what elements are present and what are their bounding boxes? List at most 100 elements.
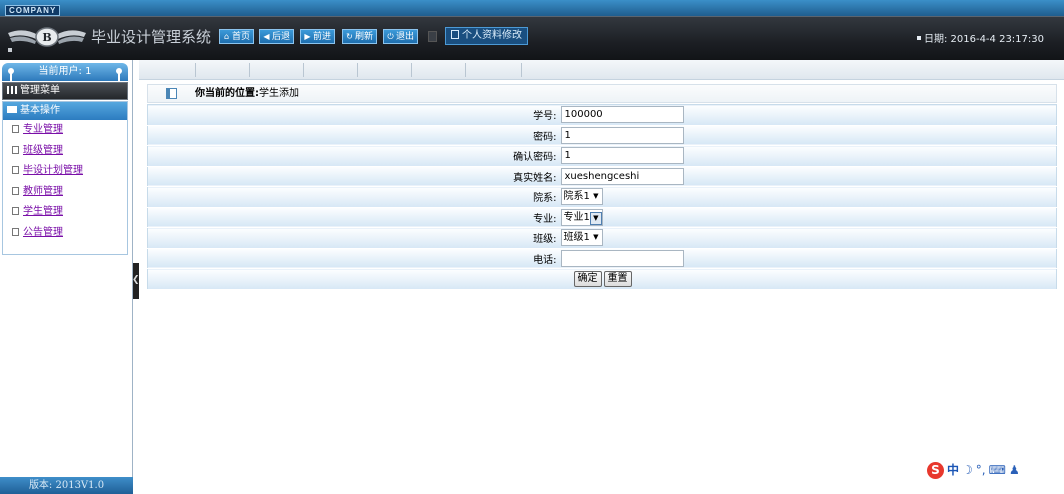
department-selected: 院系1 [563, 191, 590, 203]
breadcrumb: 你当前的位置: 学生添加 [147, 84, 1057, 103]
document-icon [12, 227, 19, 236]
manage-menu-header[interactable]: 管理菜单 [2, 82, 128, 100]
basic-ops-title: 基本操作 [20, 105, 60, 116]
header-band: B 毕业设计管理系统 ⌂ 首页 ◀ 后退 ▶ 前进 ↻ 刷新 ⏻ 退出 个人资料修改 日期… [0, 16, 1064, 60]
top-strip [0, 0, 1064, 16]
bullet-icon [916, 36, 921, 40]
version-footer: 版本: 2013V1.0 [0, 477, 133, 494]
sidebar-link-teacher[interactable]: 教师管理 [23, 186, 63, 197]
document-icon [451, 30, 459, 39]
date-display: 日期: 2016-4-4 23:17:30 [916, 34, 1044, 46]
reset-button[interactable]: 重置 [603, 270, 632, 287]
power-icon: ⏻ [387, 32, 394, 41]
menu-panel: 基本操作 专业管理 班级管理 毕设计划管理 教师管理 学生管理 公告管理 [2, 101, 128, 255]
document-icon [12, 145, 19, 154]
phone-label: 电话: [147, 248, 559, 269]
home-button[interactable]: ⌂ 首页 [219, 29, 255, 44]
tab-divider [465, 63, 466, 77]
pin-icon [8, 68, 14, 81]
document-icon [12, 207, 19, 215]
student-id-label: 学号: [147, 104, 559, 126]
form-row: 电话: [147, 248, 1057, 269]
chevron-down-icon: ▼ [593, 233, 599, 242]
sidebar-link-student[interactable]: 学生管理 [23, 206, 63, 217]
pin-icon [116, 68, 122, 81]
refresh-button-label: 刷新 [355, 32, 374, 42]
tab-divider [411, 63, 412, 77]
sidebar-item-notice: 公告管理 [3, 223, 127, 244]
sidebar-link-notice[interactable]: 公告管理 [23, 227, 63, 238]
confirm-password-label: 确认密码: [147, 145, 559, 167]
form-row: 密码: [147, 125, 1057, 146]
punctuation-icon[interactable]: °, [976, 460, 986, 480]
arrow-left-icon: ◀ [263, 32, 270, 41]
manage-menu-title: 管理菜单 [20, 85, 60, 96]
student-id-input[interactable] [560, 106, 684, 124]
moon-icon[interactable]: ☽ [962, 460, 973, 480]
ime-tray: S 中 ☽ °, ⌨ ♟ [927, 460, 1064, 480]
profile-edit-button[interactable]: 个人资料修改 [445, 27, 528, 45]
class-label: 班级: [147, 227, 559, 249]
breadcrumb-label: 你当前的位置: [195, 88, 259, 99]
home-button-label: 首页 [232, 32, 251, 42]
sidebar-item-class: 班级管理 [3, 141, 127, 162]
main-content: 你当前的位置: 学生添加 学号: 密码: 确认密码: 真实姓名: 院系: 院系1… [139, 60, 1064, 494]
form-row: 学号: [147, 104, 1057, 126]
back-button-label: 后退 [272, 32, 291, 42]
department-select[interactable]: 院系1 ▼ [560, 188, 603, 206]
window-icon [166, 88, 177, 99]
basic-ops-header[interactable]: 基本操作 [3, 102, 127, 120]
sidebar-item-student: 学生管理 [3, 202, 127, 223]
user-icon[interactable]: ♟ [1009, 460, 1020, 480]
back-button[interactable]: ◀ 后退 [259, 29, 295, 44]
real-name-label: 真实姓名: [147, 166, 559, 187]
date-label: 日期: [923, 34, 948, 45]
book-icon [7, 106, 17, 113]
confirm-password-input[interactable] [560, 147, 684, 165]
forward-button[interactable]: ▶ 前进 [300, 29, 336, 44]
tab-divider [357, 63, 358, 77]
tab-divider [195, 63, 196, 77]
home-icon: ⌂ [223, 32, 230, 41]
grid-icon [7, 86, 17, 94]
chevron-down-icon: ▼ [589, 211, 602, 225]
ime-language-indicator[interactable]: 中 [947, 460, 959, 480]
logout-button-label: 退出 [396, 32, 415, 42]
company-label: COMPANY [5, 5, 61, 16]
form-row: 院系: 院系1 ▼ [147, 186, 1057, 208]
arrow-right-icon: ▶ [304, 32, 311, 41]
phone-input[interactable] [560, 249, 684, 267]
document-icon [12, 125, 19, 133]
form-row: 班级: 班级1 ▼ [147, 227, 1057, 249]
sidebar-item-plan: 毕设计划管理 [3, 161, 127, 182]
password-label: 密码: [147, 125, 559, 146]
major-selected: 专业1 [563, 211, 590, 223]
tab-divider [249, 63, 250, 77]
document-icon [12, 166, 19, 174]
class-select[interactable]: 班级1 ▼ [560, 229, 603, 247]
chevron-down-icon: ▼ [593, 192, 599, 201]
sidebar-link-major[interactable]: 专业管理 [23, 124, 63, 135]
real-name-input[interactable] [560, 167, 684, 185]
password-input[interactable] [560, 126, 684, 144]
sidebar-link-class[interactable]: 班级管理 [23, 145, 63, 156]
submit-button[interactable]: 确定 [573, 270, 602, 287]
tab-strip [139, 60, 1064, 80]
form-button-row: 确定 重置 [147, 268, 1057, 290]
top-header: COMPANY B 毕业设计管理系统 ⌂ 首页 ◀ 后退 ▶ 前进 ↻ 刷新 ⏻ 退出 [0, 0, 1064, 60]
sogou-logo-icon[interactable]: S [927, 462, 944, 479]
forward-button-label: 前进 [313, 32, 332, 42]
sidebar-link-plan[interactable]: 毕设计划管理 [23, 165, 83, 176]
major-label: 专业: [147, 207, 559, 228]
department-label: 院系: [147, 186, 559, 208]
keyboard-icon[interactable]: ⌨ [989, 460, 1006, 480]
refresh-button[interactable]: ↻ 刷新 [342, 29, 378, 44]
logout-button[interactable]: ⏻ 退出 [383, 29, 419, 44]
sidebar-item-teacher: 教师管理 [3, 182, 127, 203]
breadcrumb-current: 学生添加 [259, 88, 299, 99]
svg-text:B: B [42, 31, 51, 44]
form-row: 专业: 专业1 ▼ [147, 207, 1057, 228]
tab-divider [303, 63, 304, 77]
current-user-label: 当前用户: 1 [38, 66, 92, 77]
major-select[interactable]: 专业1 ▼ [560, 208, 603, 226]
